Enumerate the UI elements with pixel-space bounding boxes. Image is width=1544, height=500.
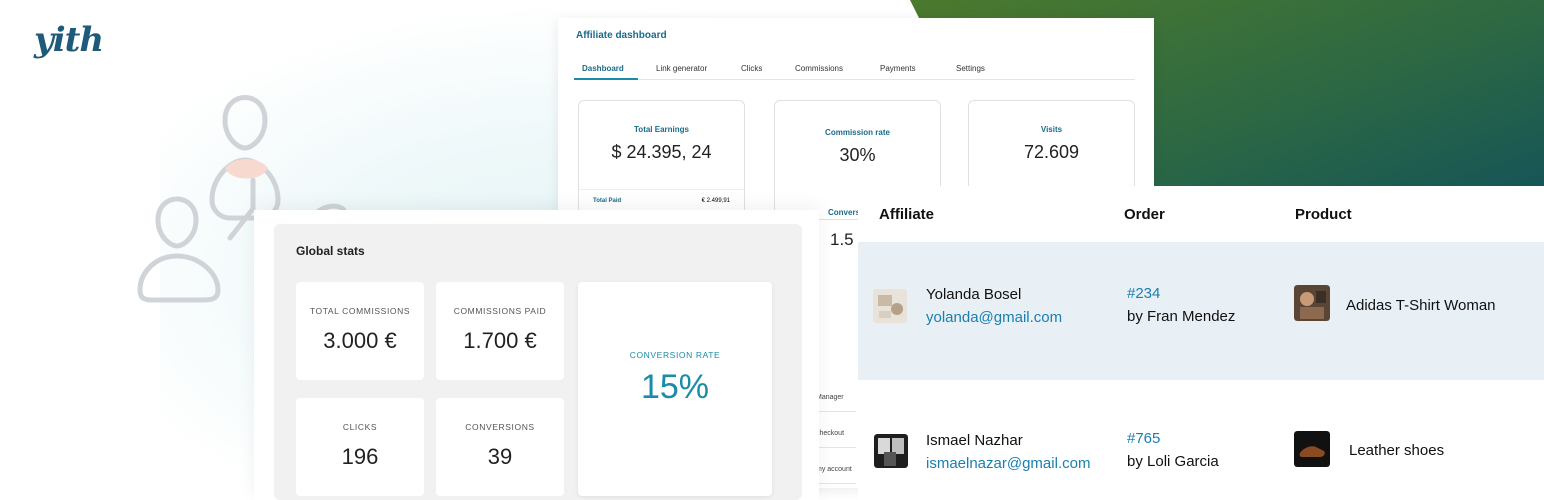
conversion-rate-card: CONVERSION RATE 15% [578, 282, 772, 496]
commissions-paid-value: 1.700 € [463, 328, 537, 353]
conversions-value: 39 [487, 444, 513, 469]
global-stats-title: Global stats [296, 244, 365, 258]
tab-clicks[interactable]: Clicks [741, 64, 762, 73]
conversions-partial-value: 1.5 [830, 230, 854, 249]
column-header-affiliate: Affiliate [879, 206, 935, 223]
total-commissions-label: TOTAL COMMISSIONS [309, 306, 411, 316]
avatar [874, 434, 908, 468]
tab-link-generator[interactable]: Link generator [656, 64, 707, 73]
global-stats-panel: Global stats TOTAL COMMISSIONS 3.000 € C… [254, 210, 819, 500]
affiliate-orders-table: Affiliate Order Product Yolanda Bosel yo… [858, 186, 1544, 500]
total-commissions-card: TOTAL COMMISSIONS 3.000 € [296, 282, 424, 380]
affiliate-name: Yolanda Bosel [926, 286, 1022, 303]
global-stats-container: Global stats TOTAL COMMISSIONS 3.000 € C… [274, 224, 802, 500]
total-earnings-label: Total Earnings [634, 125, 689, 134]
dashboard-tabs: Dashboard Link generator Clicks Commissi… [574, 62, 1135, 80]
tab-commissions[interactable]: Commissions [795, 64, 843, 73]
commissions-paid-label: COMMISSIONS PAID [453, 306, 547, 316]
clicks-label: CLICKS [342, 422, 378, 432]
commission-rate-value: 30% [839, 145, 876, 165]
total-paid-row: Total Paid € 2.499,91 [579, 189, 744, 212]
list-item: my account [816, 458, 856, 484]
conversions-partial-label: Convers [828, 208, 861, 217]
total-commissions-value: 3.000 € [323, 328, 397, 353]
tab-settings[interactable]: Settings [956, 64, 985, 73]
product-name: Adidas T-Shirt Woman [1346, 297, 1496, 314]
column-header-order: Order [1124, 206, 1165, 223]
product-thumbnail [1294, 431, 1330, 467]
order-id-link[interactable]: #765 [1127, 430, 1160, 447]
order-customer: by Loli Garcia [1127, 453, 1219, 470]
dashboard-title: Affiliate dashboard [576, 30, 667, 41]
conversions-card: CONVERSIONS 39 [436, 398, 564, 496]
commissions-paid-card: COMMISSIONS PAID 1.700 € [436, 282, 564, 380]
clicks-card: CLICKS 196 [296, 398, 424, 496]
column-header-product: Product [1295, 206, 1352, 223]
order-customer: by Fran Mendez [1127, 308, 1236, 325]
total-paid-label: Total Paid [593, 198, 622, 204]
conversion-rate-value: 15% [640, 368, 710, 406]
affiliate-email-link[interactable]: ismaelnazar@gmail.com [926, 455, 1090, 472]
list-item: Manager [816, 386, 856, 412]
total-paid-value: € 2.499,91 [701, 198, 730, 204]
affiliate-email-link[interactable]: yolanda@gmail.com [926, 309, 1062, 326]
conversion-rate-label: CONVERSION RATE [629, 350, 721, 360]
order-id-link[interactable]: #234 [1127, 285, 1160, 302]
visits-value: 72.609 [1023, 142, 1080, 162]
avatar [873, 289, 907, 323]
table-row[interactable]: Ismael Nazhar ismaelnazar@gmail.com #765… [858, 380, 1544, 500]
active-tab-indicator [574, 78, 638, 80]
table-row[interactable]: Yolanda Bosel yolanda@gmail.com #234 by … [858, 242, 1544, 380]
table-header: Affiliate Order Product [858, 186, 1544, 242]
visits-label: Visits [1040, 125, 1063, 134]
tab-payments[interactable]: Payments [880, 64, 916, 73]
total-earnings-card: Total Earnings $ 24.395, 24 Total Paid €… [578, 100, 745, 220]
product-thumbnail [1294, 285, 1330, 321]
brand-logo: yith [34, 20, 104, 60]
tab-dashboard[interactable]: Dashboard [582, 64, 624, 73]
total-earnings-value: $ 24.395, 24 [611, 142, 712, 162]
clicks-value: 196 [341, 444, 379, 469]
affiliate-name: Ismael Nazhar [926, 432, 1023, 449]
commission-rate-label: Commission rate [825, 128, 890, 137]
product-name: Leather shoes [1349, 442, 1445, 459]
conversions-label: CONVERSIONS [465, 422, 535, 432]
list-item: checkout [816, 422, 856, 448]
